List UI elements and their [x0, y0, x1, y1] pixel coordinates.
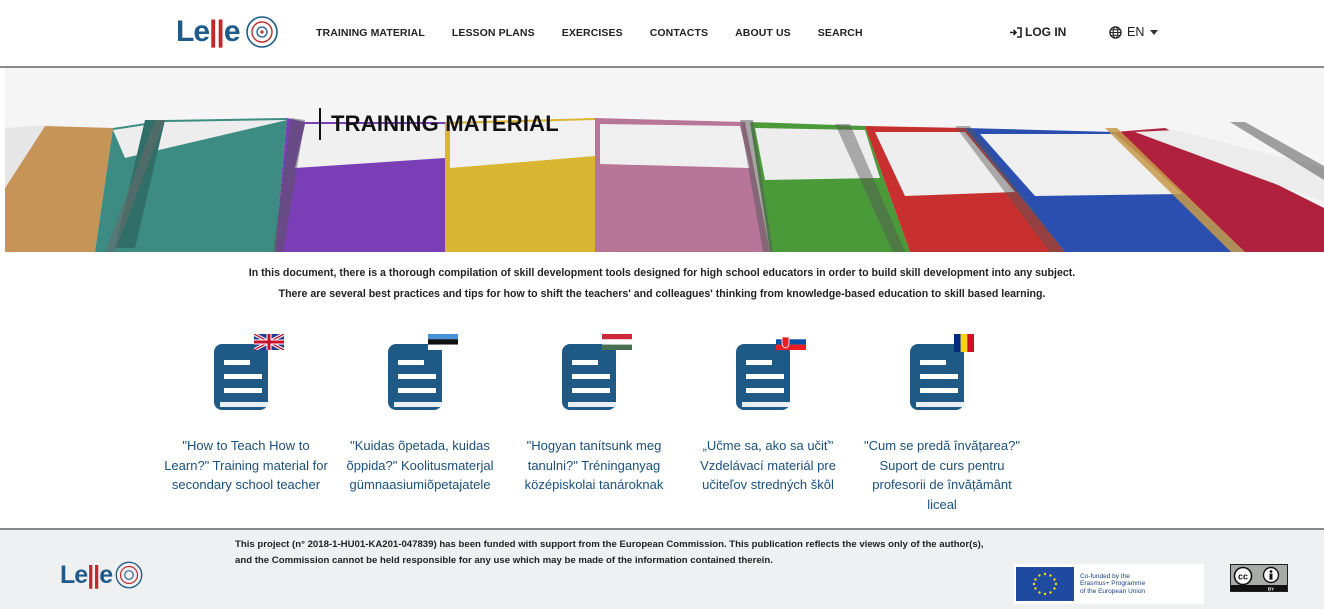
- intro-line-1: In this document, there is a thorough co…: [248, 267, 1076, 279]
- site-footer: Le||e This project (n° 2018-1-HU01-KA201…: [0, 528, 1324, 609]
- hungary-flag-icon: [602, 334, 632, 350]
- login-link[interactable]: LOG IN: [1009, 25, 1066, 39]
- intro-text: In this document, there is a thorough co…: [0, 263, 1324, 305]
- banner-title-group: TRAINING MATERIAL: [319, 108, 559, 140]
- sign-in-icon: [1010, 26, 1022, 38]
- material-label: "Kuidas õpetada, kuidas õppida?" Koolitu…: [346, 438, 494, 492]
- uk-flag-icon: [254, 334, 284, 350]
- funding-disclaimer: This project (n° 2018-1-HU01-KA201-04783…: [235, 539, 984, 566]
- page-title: TRAINING MATERIAL: [331, 111, 559, 136]
- title-divider: [319, 108, 321, 140]
- logo-wordmark: Le||e: [60, 560, 113, 589]
- material-label: "Cum se predă învățarea?" Suport de curs…: [864, 438, 1020, 512]
- language-selector[interactable]: EN: [1109, 25, 1159, 39]
- erasmus-text: Co-funded by the Erasmus+ Programme of t…: [1080, 572, 1146, 595]
- slovakia-flag-icon: [776, 334, 806, 350]
- site-header: Le||e TRAINING MATERIAL LESSON PLANS EXE…: [0, 0, 1324, 68]
- erasmus-badge: Co-funded by the Erasmus+ Programme of t…: [1014, 564, 1204, 604]
- nav-search[interactable]: SEARCH: [818, 27, 863, 39]
- site-logo[interactable]: Le||e: [176, 10, 282, 54]
- svg-text:cc: cc: [1238, 572, 1248, 582]
- romania-flag-icon: [954, 334, 974, 352]
- nav-exercises[interactable]: EXERCISES: [562, 27, 623, 39]
- nav-lesson-plans[interactable]: LESSON PLANS: [452, 27, 535, 39]
- material-label: "Hogyan tanítsunk meg tanulni?" Tréninga…: [524, 438, 664, 492]
- chevron-down-icon: [1150, 29, 1159, 35]
- svg-text:BY: BY: [1268, 586, 1274, 591]
- cc-by-icon: cc BY: [1231, 566, 1287, 591]
- footer-logo[interactable]: Le||e: [60, 558, 146, 592]
- material-label: „Učme sa, ako sa učiť" Vzdelávací materi…: [700, 438, 836, 492]
- logo-swirl-icon: [115, 561, 143, 589]
- material-label: "How to Teach How to Learn?" Training ma…: [164, 438, 328, 492]
- nav-training-material[interactable]: TRAINING MATERIAL: [316, 27, 425, 39]
- creative-commons-badge[interactable]: cc BY: [1230, 564, 1288, 592]
- logo-wordmark: Le||e: [176, 15, 240, 48]
- nav-about-us[interactable]: ABOUT US: [735, 27, 791, 39]
- intro-line-2: There are several best practices and tip…: [278, 288, 1046, 300]
- main-nav: TRAINING MATERIAL LESSON PLANS EXERCISES…: [316, 0, 890, 66]
- nav-contacts[interactable]: CONTACTS: [650, 27, 708, 39]
- books-banner-image: [5, 68, 1324, 252]
- eu-flag-icon: [1016, 567, 1074, 601]
- logo-swirl-icon: [245, 16, 278, 48]
- language-label: EN: [1127, 25, 1145, 39]
- estonia-flag-icon: [428, 334, 458, 350]
- globe-icon: [1109, 25, 1122, 39]
- login-label: LOG IN: [1025, 25, 1067, 39]
- hero-banner: TRAINING MATERIAL: [5, 68, 1324, 252]
